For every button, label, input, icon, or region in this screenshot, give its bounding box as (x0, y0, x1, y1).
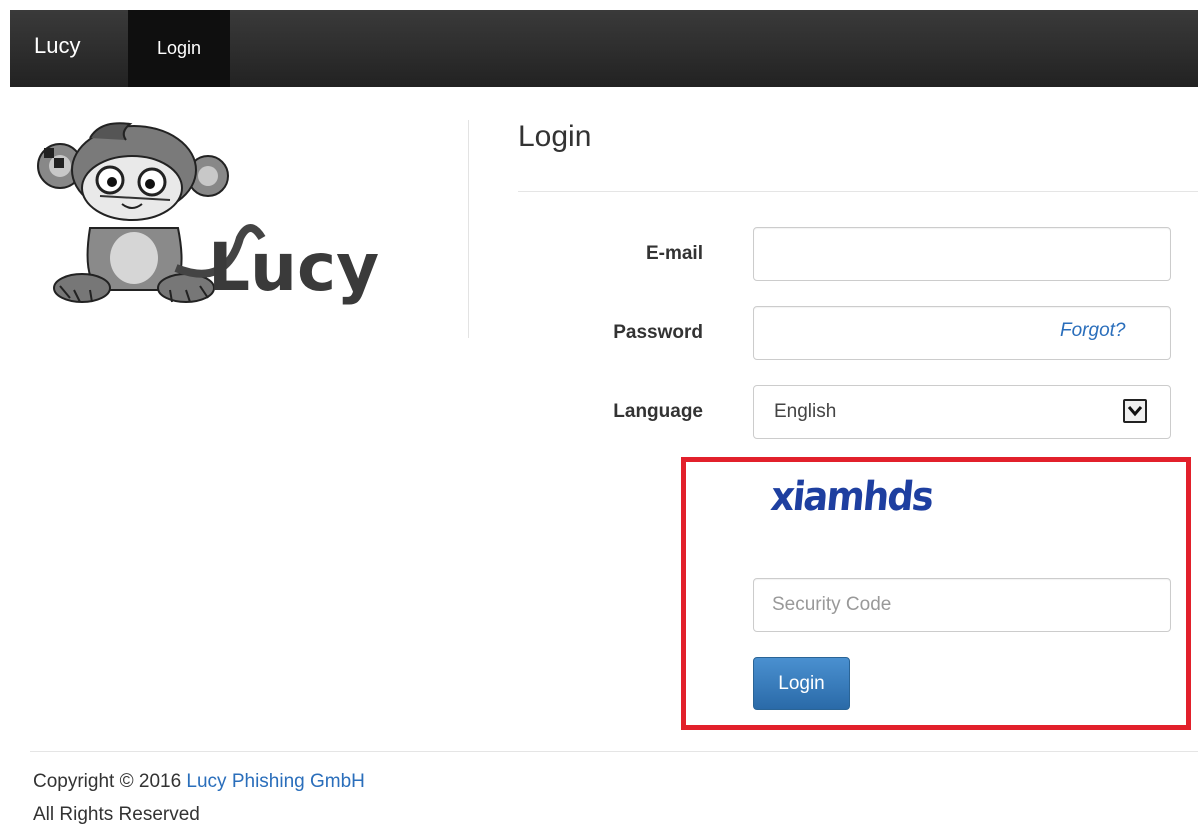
security-code-field[interactable] (753, 578, 1171, 632)
language-select[interactable]: English (753, 385, 1171, 439)
vertical-divider (468, 120, 469, 338)
title-divider (518, 191, 1198, 192)
nav-login-link[interactable]: Login (128, 10, 230, 87)
navbar-brand[interactable]: Lucy (34, 33, 80, 59)
language-label: Language (613, 401, 703, 422)
login-button[interactable]: Login (753, 657, 850, 710)
forgot-password-link[interactable]: Forgot? (1060, 320, 1125, 342)
email-label: E-mail (645, 243, 703, 264)
copyright-text: Copyright © 2016 (33, 771, 182, 792)
company-link[interactable]: Lucy Phishing GmbH (186, 771, 364, 792)
footer-rights: All Rights Reserved (33, 804, 200, 825)
language-selected-value: English (774, 401, 837, 422)
footer-divider (30, 751, 1198, 752)
logo-wordmark: Lucy (208, 229, 379, 306)
page-title: Login (518, 120, 592, 153)
password-label: Password (613, 322, 703, 343)
monkey-mascot-icon: Lucy (37, 122, 379, 306)
chevron-down-icon[interactable] (1123, 399, 1147, 423)
email-field[interactable] (753, 227, 1171, 281)
footer-copyright: Copyright © 2016 Lucy Phishing GmbH (33, 771, 365, 793)
captcha-image: xiamhds (768, 474, 935, 520)
top-navbar: Lucy Login (10, 10, 1198, 87)
lucy-logo: Lucy (30, 118, 380, 308)
